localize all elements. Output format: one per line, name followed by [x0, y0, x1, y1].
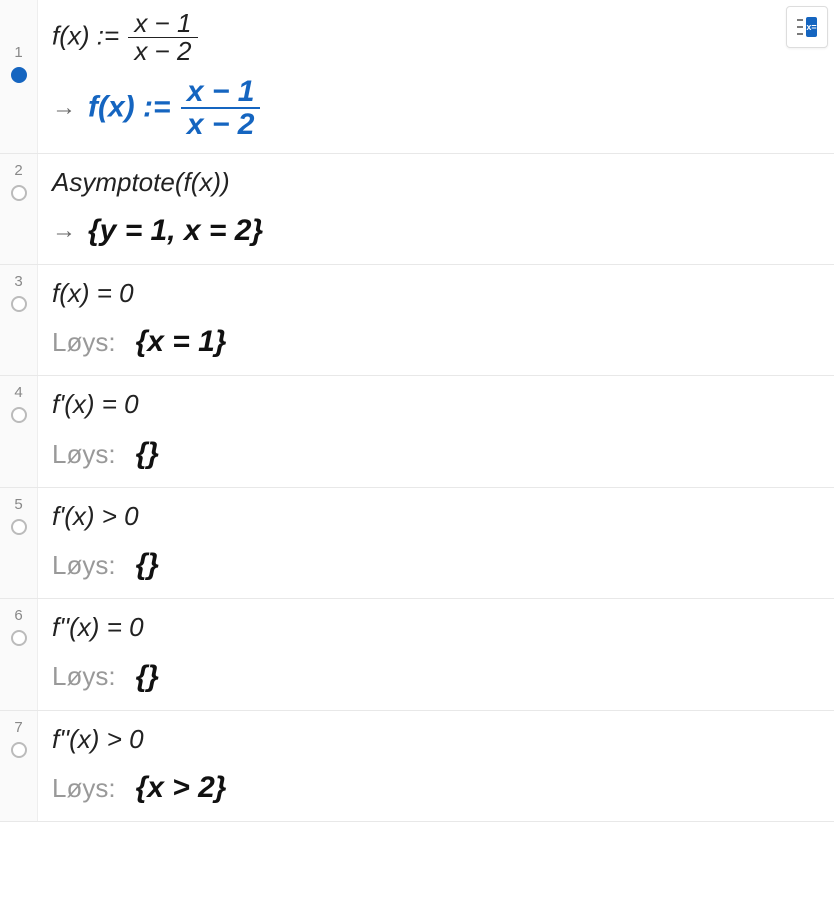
solve-label: Løys:: [52, 324, 116, 360]
output-value: {}: [136, 656, 159, 698]
output-arrow-icon: →: [52, 91, 76, 125]
row-content[interactable]: f(x) = 0 Løys: {x = 1}: [38, 265, 834, 375]
frac-num: x − 1: [128, 10, 197, 37]
input-expression[interactable]: f''(x) > 0: [52, 721, 820, 757]
row-gutter: 5: [0, 488, 38, 598]
output-arrow-icon: →: [52, 214, 76, 248]
cas-row[interactable]: 2 Asymptote(f(x)) → {y = 1, x = 2}: [0, 154, 834, 265]
output-value: {x > 2}: [136, 767, 227, 809]
input-expression[interactable]: f''(x) = 0: [52, 609, 820, 645]
output-expression: Løys: {}: [52, 656, 820, 698]
frac-den: x − 2: [181, 107, 261, 141]
row-number: 5: [14, 496, 22, 513]
visibility-marker[interactable]: [11, 296, 27, 312]
visibility-marker[interactable]: [11, 742, 27, 758]
solve-label: Løys:: [52, 547, 116, 583]
cas-row[interactable]: 4 f'(x) = 0 Løys: {}: [0, 376, 834, 487]
fraction: x − 1 x − 2: [128, 10, 197, 66]
input-expression[interactable]: Asymptote(f(x)): [52, 164, 820, 200]
row-number: 2: [14, 162, 22, 179]
row-content[interactable]: Asymptote(f(x)) → {y = 1, x = 2}: [38, 154, 834, 264]
row-gutter: 7: [0, 711, 38, 821]
row-number: 3: [14, 273, 22, 290]
row-number: 4: [14, 384, 22, 401]
output-value: {}: [136, 433, 159, 475]
output-expression: → {y = 1, x = 2}: [52, 210, 820, 252]
visibility-marker[interactable]: [11, 185, 27, 201]
output-value: f(x) := x − 1 x − 2: [88, 76, 262, 141]
frac-den: x − 2: [128, 37, 197, 65]
output-expression: → f(x) := x − 1 x − 2: [52, 76, 820, 141]
row-gutter: 1: [0, 0, 38, 153]
cas-row[interactable]: 3 f(x) = 0 Løys: {x = 1}: [0, 265, 834, 376]
row-number: 7: [14, 719, 22, 736]
output-expression: Løys: {}: [52, 433, 820, 475]
solve-label: Løys:: [52, 436, 116, 472]
row-content[interactable]: f''(x) = 0 Løys: {}: [38, 599, 834, 709]
visibility-marker-filled[interactable]: [11, 67, 27, 83]
cas-panel: 1 f(x) := x − 1 x − 2 → f(x) := x − 1 x …: [0, 0, 834, 822]
row-content[interactable]: f''(x) > 0 Løys: {x > 2}: [38, 711, 834, 821]
substitute-icon: x=: [793, 13, 821, 41]
visibility-marker[interactable]: [11, 630, 27, 646]
row-number: 1: [14, 44, 22, 61]
input-expression[interactable]: f'(x) > 0: [52, 498, 820, 534]
output-expression: Løys: {}: [52, 544, 820, 586]
output-value: {}: [136, 544, 159, 586]
solve-label: Løys:: [52, 770, 116, 806]
cas-row[interactable]: 7 f''(x) > 0 Løys: {x > 2}: [0, 711, 834, 822]
lhs: f(x) :=: [52, 21, 119, 51]
row-content[interactable]: f'(x) = 0 Løys: {}: [38, 376, 834, 486]
visibility-marker[interactable]: [11, 519, 27, 535]
row-gutter: 4: [0, 376, 38, 486]
cas-row[interactable]: 6 f''(x) = 0 Løys: {}: [0, 599, 834, 710]
frac-num: x − 1: [181, 76, 261, 108]
cas-row[interactable]: 5 f'(x) > 0 Løys: {}: [0, 488, 834, 599]
row-content[interactable]: f'(x) > 0 Løys: {}: [38, 488, 834, 598]
row-gutter: 6: [0, 599, 38, 709]
lhs: f(x) :=: [88, 90, 171, 123]
cas-row[interactable]: 1 f(x) := x − 1 x − 2 → f(x) := x − 1 x …: [0, 0, 834, 154]
visibility-marker[interactable]: [11, 407, 27, 423]
input-expression[interactable]: f(x) = 0: [52, 275, 820, 311]
output-value: {x = 1}: [136, 321, 227, 363]
row-gutter: 2: [0, 154, 38, 264]
row-content[interactable]: f(x) := x − 1 x − 2 → f(x) := x − 1 x − …: [38, 0, 834, 153]
solve-label: Løys:: [52, 658, 116, 694]
input-expression[interactable]: f(x) := x − 1 x − 2: [52, 10, 820, 66]
output-value: {y = 1, x = 2}: [88, 210, 263, 252]
row-gutter: 3: [0, 265, 38, 375]
row-number: 6: [14, 607, 22, 624]
numeric-substitute-button[interactable]: x=: [786, 6, 828, 48]
fraction: x − 1 x − 2: [181, 76, 261, 141]
input-expression[interactable]: f'(x) = 0: [52, 386, 820, 422]
output-expression: Løys: {x > 2}: [52, 767, 820, 809]
output-expression: Løys: {x = 1}: [52, 321, 820, 363]
svg-text:x=: x=: [806, 22, 816, 32]
